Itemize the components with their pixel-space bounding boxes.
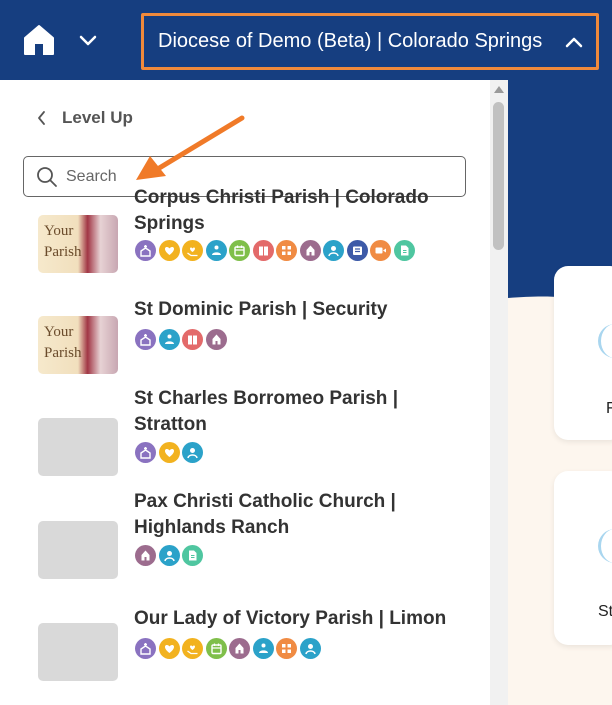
feature-icons xyxy=(135,442,203,463)
user-icon xyxy=(182,442,203,463)
thumbnail-text-line: Your xyxy=(44,223,74,239)
church-icon xyxy=(135,442,156,463)
card-icon xyxy=(598,529,612,563)
search-input[interactable] xyxy=(66,167,446,186)
parish-name: Pax Christi Catholic Church | Highlands … xyxy=(134,491,396,538)
chapel-icon xyxy=(229,638,250,659)
people-icon xyxy=(158,329,180,350)
calendar-icon xyxy=(229,240,250,261)
parish-name: St Charles Borromeo Parish | Stratton xyxy=(134,388,399,435)
book-icon xyxy=(252,240,274,261)
news-icon xyxy=(346,240,368,261)
parish-thumbnail: Your Parish xyxy=(38,215,118,273)
parish-list-item[interactable]: St Charles Borromeo Parish | Stratton xyxy=(0,388,490,494)
thumbnail-text-line: Parish xyxy=(44,345,82,361)
user-icon xyxy=(323,240,344,261)
church-icon xyxy=(135,329,156,350)
parish-list-item[interactable]: Your Parish Corpus Christi Parish | Colora… xyxy=(0,187,490,292)
organization-title: Diocese of Demo (Beta) | Colorado Spring… xyxy=(158,30,543,52)
heart-hands-icon xyxy=(182,240,203,261)
scrollbar[interactable] xyxy=(490,80,508,705)
parish-thumbnail: Your Parish xyxy=(38,316,118,374)
people-icon xyxy=(205,240,227,261)
parish-thumbnail xyxy=(38,521,118,579)
scrollbar-thumb[interactable] xyxy=(493,102,504,250)
thumbnail-text: Your Parish xyxy=(44,322,82,364)
feature-icons xyxy=(135,638,321,659)
heart-icon xyxy=(158,638,180,659)
parish-list-item[interactable]: Pax Christi Catholic Church | Highlands … xyxy=(0,491,490,597)
calendar-icon xyxy=(205,638,227,659)
level-up-label: Level Up xyxy=(62,108,133,127)
level-up-button[interactable]: Level Up xyxy=(36,108,133,128)
user-icon xyxy=(158,545,180,566)
feature-icons xyxy=(135,329,227,350)
church-icon xyxy=(135,240,156,261)
parish-name: Our Lady of Victory Parish | Limon xyxy=(134,608,447,629)
parish-name: Corpus Christi Parish | Colorado Springs xyxy=(134,187,429,234)
grid-icon xyxy=(276,240,297,261)
chevron-up-icon xyxy=(562,31,586,55)
card-icon xyxy=(598,324,612,358)
card-label: F xyxy=(606,400,612,417)
heart-icon xyxy=(158,442,180,463)
grid-icon xyxy=(276,638,297,659)
chapel-icon xyxy=(135,545,156,566)
chevron-left-icon xyxy=(38,111,45,125)
organization-dropdown: Level Up Your Parish Corpus Christi Parish… xyxy=(0,80,508,705)
dashboard-card[interactable]: St xyxy=(554,471,612,645)
parish-name: St Dominic Parish | Security xyxy=(134,299,388,320)
parish-thumbnail xyxy=(38,418,118,476)
document-icon xyxy=(393,240,415,261)
parish-list-item[interactable]: Our Lady of Victory Parish | Limon xyxy=(0,608,490,705)
feature-icons xyxy=(135,240,415,261)
chapel-icon xyxy=(299,240,321,261)
feature-icons xyxy=(135,545,203,566)
parish-thumbnail xyxy=(38,623,118,681)
scroll-up-arrow[interactable] xyxy=(494,86,504,93)
card-label: St xyxy=(598,603,612,620)
people-icon xyxy=(252,638,274,659)
heart-icon xyxy=(158,240,180,261)
top-bar: Diocese of Demo (Beta) | Colorado Spring… xyxy=(0,0,612,80)
chapel-icon xyxy=(205,329,227,350)
heart-hands-icon xyxy=(182,638,203,659)
thumbnail-text-line: Parish xyxy=(44,244,82,260)
thumbnail-text: Your Parish xyxy=(44,221,82,263)
thumbnail-text-line: Your xyxy=(44,324,74,340)
home-icon[interactable] xyxy=(22,23,56,57)
video-icon xyxy=(370,240,391,261)
chevron-down-icon[interactable] xyxy=(76,28,100,52)
search-icon xyxy=(37,166,57,187)
dashboard-card[interactable]: F xyxy=(554,266,612,440)
user-icon xyxy=(299,638,321,659)
organization-switcher[interactable]: Diocese of Demo (Beta) | Colorado Spring… xyxy=(141,13,599,70)
church-icon xyxy=(135,638,156,659)
book-icon xyxy=(182,329,203,350)
document-icon xyxy=(182,545,203,566)
